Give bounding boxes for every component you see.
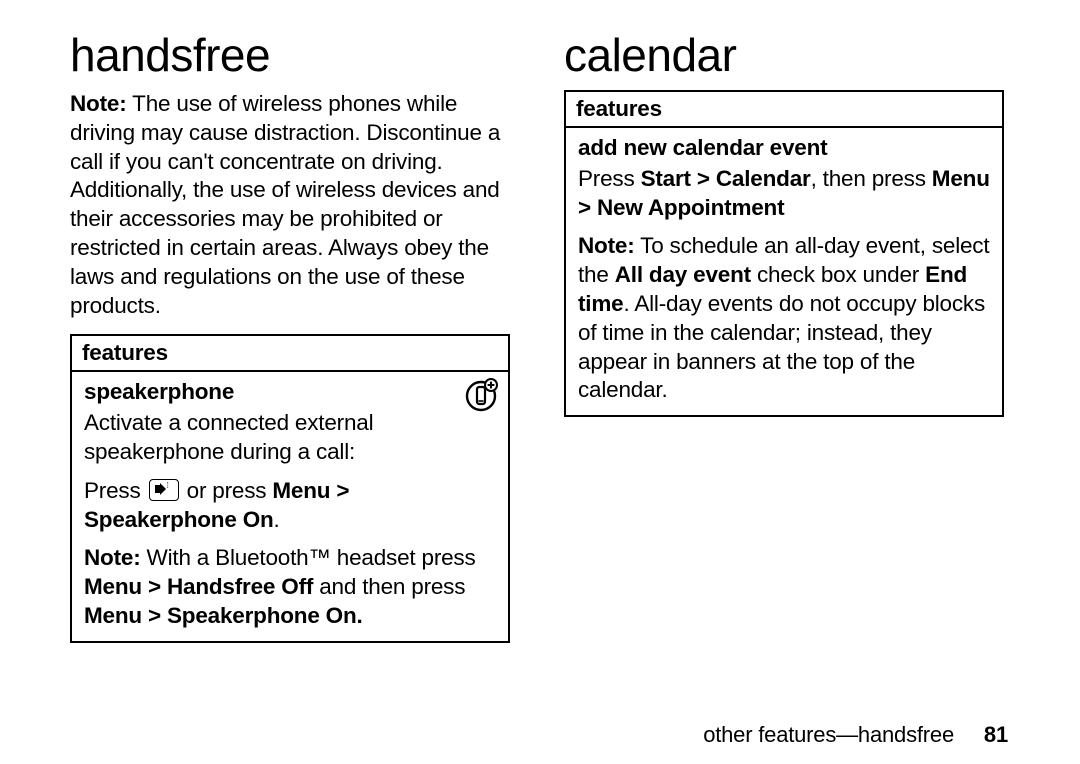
press-mid: or press bbox=[187, 478, 273, 503]
page-footer: other features—handsfree 81 bbox=[703, 722, 1008, 748]
cal-note-2: check box under bbox=[751, 262, 925, 287]
bt-menu-1: Menu > Handsfree Off bbox=[84, 574, 313, 599]
features-header: features bbox=[72, 336, 508, 372]
add-event-press-line: Press Start > Calendar, then press Menu … bbox=[578, 165, 990, 223]
cal-press-mid: , then press bbox=[811, 166, 932, 191]
handsfree-column: handsfree Note: The use of wireless phon… bbox=[70, 28, 510, 643]
add-event-body: add new calendar event Press Start > Cal… bbox=[566, 128, 1002, 415]
phone-plus-icon bbox=[464, 378, 498, 412]
cal-note-3: . All-day events do not occupy blocks of… bbox=[578, 291, 985, 402]
handsfree-features-box: features speakerphone Activate a connect… bbox=[70, 334, 510, 642]
add-event-title: add new calendar event bbox=[578, 134, 990, 163]
all-day-event: All day event bbox=[615, 262, 751, 287]
speakerphone-desc: Activate a connected external speakerpho… bbox=[84, 409, 496, 467]
bt-note-2: and then press bbox=[313, 574, 465, 599]
calendar-heading: calendar bbox=[564, 28, 1004, 82]
cal-press-prefix: Press bbox=[578, 166, 641, 191]
start-calendar: Start > Calendar bbox=[641, 166, 811, 191]
note-label: Note: bbox=[70, 91, 127, 116]
press-prefix: Press bbox=[84, 478, 147, 503]
add-event-note: Note: To schedule an all-day event, sele… bbox=[578, 232, 990, 405]
speakerphone-title: speakerphone bbox=[84, 378, 496, 407]
page-number: 81 bbox=[984, 722, 1008, 747]
handsfree-note-paragraph: Note: The use of wireless phones while d… bbox=[70, 90, 510, 320]
speakerphone-feature-body: speakerphone Activate a connected extern… bbox=[72, 372, 508, 640]
bt-note-1: With a Bluetooth™ headset press bbox=[141, 545, 476, 570]
cal-note-label: Note: bbox=[578, 233, 635, 258]
press-suffix: . bbox=[274, 507, 280, 532]
handsfree-note-text: The use of wireless phones while driving… bbox=[70, 91, 500, 318]
speakerphone-press-line: Press ⁞ or press Menu > Speakerphone On. bbox=[84, 477, 496, 535]
handsfree-heading: handsfree bbox=[70, 28, 510, 82]
calendar-column: calendar features add new calendar event… bbox=[564, 28, 1004, 417]
bt-note-label: Note: bbox=[84, 545, 141, 570]
features-header-right: features bbox=[566, 92, 1002, 128]
speaker-key-icon: ⁞ bbox=[149, 479, 179, 501]
footer-text: other features—handsfree bbox=[703, 722, 954, 747]
speakerphone-bt-note: Note: With a Bluetooth™ headset press Me… bbox=[84, 544, 496, 630]
bt-menu-2: Menu > Speakerphone On. bbox=[84, 603, 363, 628]
calendar-features-box: features add new calendar event Press St… bbox=[564, 90, 1004, 417]
